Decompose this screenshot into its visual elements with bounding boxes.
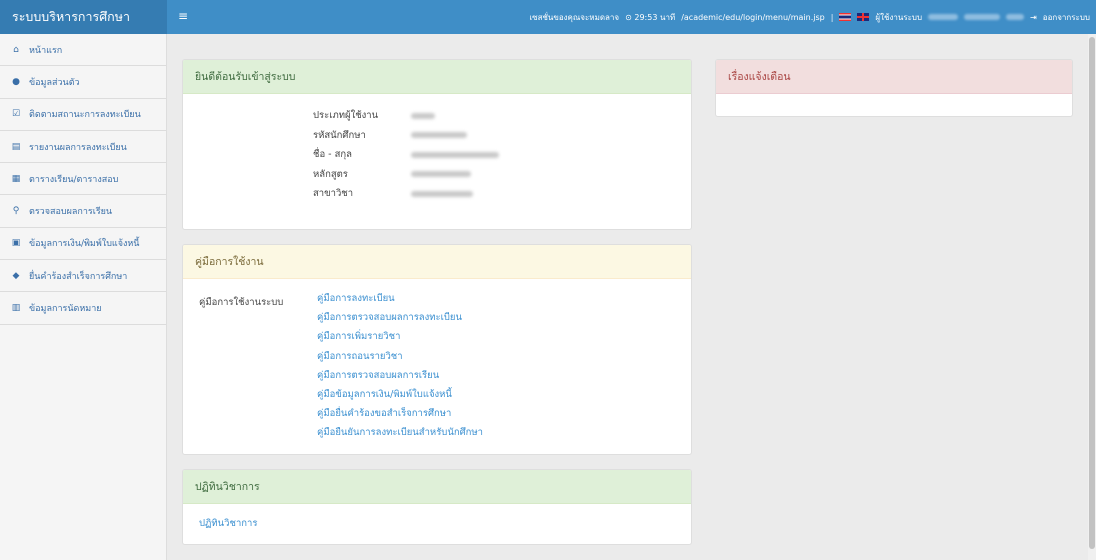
top-navbar: ระบบบริหารการศึกษา ≡ เซสชั่นของคุณจะหมดล…	[0, 0, 1096, 34]
sidebar-item-label: ยื่นคำร้องสำเร็จการศึกษา	[29, 271, 128, 282]
sidebar-item-grades[interactable]: ⚲ ตรวจสอบผลการเรียน	[0, 195, 166, 228]
sidebar-item-label: ตรวจสอบผลการเรียน	[29, 207, 113, 218]
user-name-redacted-3	[1006, 14, 1025, 20]
sidebar-item-graduation[interactable]: ◆ ยื่นคำร้องสำเร็จการศึกษา	[0, 260, 166, 293]
info-row: ประเภทผู้ใช้งาน	[313, 106, 499, 126]
calendar-link[interactable]: ปฏิทินวิชาการ	[199, 516, 257, 531]
user-name-redacted	[928, 14, 959, 20]
info-label: รหัสนักศึกษา	[313, 129, 366, 141]
manual-links: คู่มือการลงทะเบียน คู่มือการตรวจสอบผลการ…	[317, 289, 483, 443]
session-expiry-text: เซสชั่นของคุณจะหมดลาจ	[529, 12, 620, 22]
info-value-redacted	[411, 132, 467, 139]
user-name-redacted-2	[964, 14, 1001, 20]
sidebar-item-finance[interactable]: ▣ ข้อมูลการเงิน/พิมพ์ใบแจ้งหนี้	[0, 228, 166, 261]
logout-icon[interactable]: ⇥	[1030, 13, 1037, 22]
info-label: สาขาวิชา	[313, 188, 354, 200]
thai-flag-icon[interactable]	[839, 13, 852, 21]
manual-label: คู่มือการใช้งานระบบ	[199, 297, 284, 308]
navbar-right: เซสชั่นของคุณจะหมดลาจ ⊙ 29:53 นาที /acad…	[529, 0, 1090, 34]
user-label: ผู้ใช้งานระบบ	[875, 12, 923, 22]
scrollbar-thumb[interactable]	[1089, 37, 1095, 549]
manual-link-finance[interactable]: คู่มือข้อมูลการเงิน/พิมพ์ใบแจ้งหนี้	[317, 385, 483, 404]
sidebar-item-label: ข้อมูลการเงิน/พิมพ์ใบแจ้งหนี้	[29, 239, 140, 250]
brand-title[interactable]: ระบบบริหารการศึกษา	[0, 0, 167, 34]
page-scrollbar[interactable]	[1088, 34, 1096, 560]
document-icon: ▤	[11, 141, 21, 152]
sidebar-item-label: ข้อมูลการนัดหมาย	[29, 304, 102, 315]
graduation-cap-icon: ◆	[12, 270, 20, 281]
manual-link-check-grades[interactable]: คู่มือการตรวจสอบผลการเรียน	[317, 366, 483, 385]
check-square-icon: ☑	[11, 109, 21, 120]
money-icon: ▣	[11, 238, 21, 249]
manual-link-add-course[interactable]: คู่มือการเพิ่มรายวิชา	[317, 327, 483, 346]
welcome-panel: ยินดีต้อนรับเข้าสู่ระบบ ประเภทผู้ใช้งาน …	[182, 59, 692, 230]
user-icon: ●	[12, 76, 20, 87]
table-icon: ▦	[11, 173, 21, 184]
manual-link-registration[interactable]: คู่มือการลงทะเบียน	[317, 289, 483, 308]
sidebar-item-schedule[interactable]: ▦ ตารางเรียน/ตารางสอบ	[0, 163, 166, 196]
calendar-icon: ▥	[11, 303, 21, 314]
manual-panel-title: คู่มือการใช้งาน	[183, 245, 691, 279]
user-info: ประเภทผู้ใช้งาน รหัสนักศึกษา ชื่อ - สกุล…	[313, 106, 499, 204]
sidebar-item-label: ข้อมูลส่วนตัว	[29, 77, 80, 88]
calendar-panel-title: ปฏิทินวิชาการ	[183, 470, 691, 504]
separator: |	[830, 12, 834, 22]
sidebar-item-registration-report[interactable]: ▤ รายงานผลการลงทะเบียน	[0, 131, 166, 164]
home-icon: ⌂	[13, 44, 19, 55]
info-row: สาขาวิชา	[313, 184, 499, 204]
alerts-panel: เรื่องแจ้งเตือน	[715, 59, 1073, 117]
sidebar-item-label: รายงานผลการลงทะเบียน	[29, 142, 127, 153]
sidebar-item-appointments[interactable]: ▥ ข้อมูลการนัดหมาย	[0, 292, 166, 325]
manual-link-drop-course[interactable]: คู่มือการถอนรายวิชา	[317, 347, 483, 366]
info-value-redacted	[411, 112, 435, 119]
manual-link-graduation[interactable]: คู่มือยื่นคำร้องขอสำเร็จการศึกษา	[317, 404, 483, 423]
sidebar: ⌂ หน้าแรก ● ข้อมูลส่วนตัว ☑ ติดตามสถานะก…	[0, 34, 167, 560]
info-row: หลักสูตร	[313, 165, 499, 185]
search-icon: ⚲	[12, 206, 20, 217]
info-label: หลักสูตร	[313, 168, 348, 180]
info-value-redacted	[411, 151, 499, 158]
info-value-redacted	[411, 171, 471, 178]
info-row: รหัสนักศึกษา	[313, 126, 499, 146]
info-label: ชื่อ - สกุล	[313, 149, 352, 161]
logout-link[interactable]: ออกจากระบบ	[1043, 11, 1090, 24]
sidebar-item-registration-status[interactable]: ☑ ติดตามสถานะการลงทะเบียน	[0, 99, 166, 131]
sidebar-item-label: ตารางเรียน/ตารางสอบ	[29, 174, 119, 185]
manual-link-confirm-registration[interactable]: คู่มือยืนยันการลงทะเบียนสำหรับนักศึกษา	[317, 423, 483, 442]
info-label: ประเภทผู้ใช้งาน	[313, 110, 379, 122]
hamburger-icon[interactable]: ≡	[178, 9, 188, 23]
info-row: ชื่อ - สกุล	[313, 145, 499, 165]
info-value-redacted	[411, 190, 473, 197]
calendar-panel: ปฏิทินวิชาการ ปฏิทินวิชาการ	[182, 469, 692, 545]
sidebar-item-label: หน้าแรก	[29, 45, 63, 56]
manual-panel: คู่มือการใช้งาน คู่มือการใช้งานระบบ คู่ม…	[182, 244, 692, 455]
manual-link-check-registration[interactable]: คู่มือการตรวจสอบผลการลงทะเบียน	[317, 308, 483, 327]
welcome-panel-title: ยินดีต้อนรับเข้าสู่ระบบ	[183, 60, 691, 94]
uk-flag-icon[interactable]	[857, 13, 870, 21]
sidebar-item-home[interactable]: ⌂ หน้าแรก	[0, 34, 166, 67]
alerts-panel-title: เรื่องแจ้งเตือน	[716, 60, 1072, 94]
session-timer: ⊙ 29:53 นาที	[625, 12, 676, 22]
current-path: /academic/edu/login/menu/main.jsp	[681, 12, 825, 22]
sidebar-item-profile[interactable]: ● ข้อมูลส่วนตัว	[0, 66, 166, 99]
sidebar-item-label: ติดตามสถานะการลงทะเบียน	[29, 110, 141, 121]
